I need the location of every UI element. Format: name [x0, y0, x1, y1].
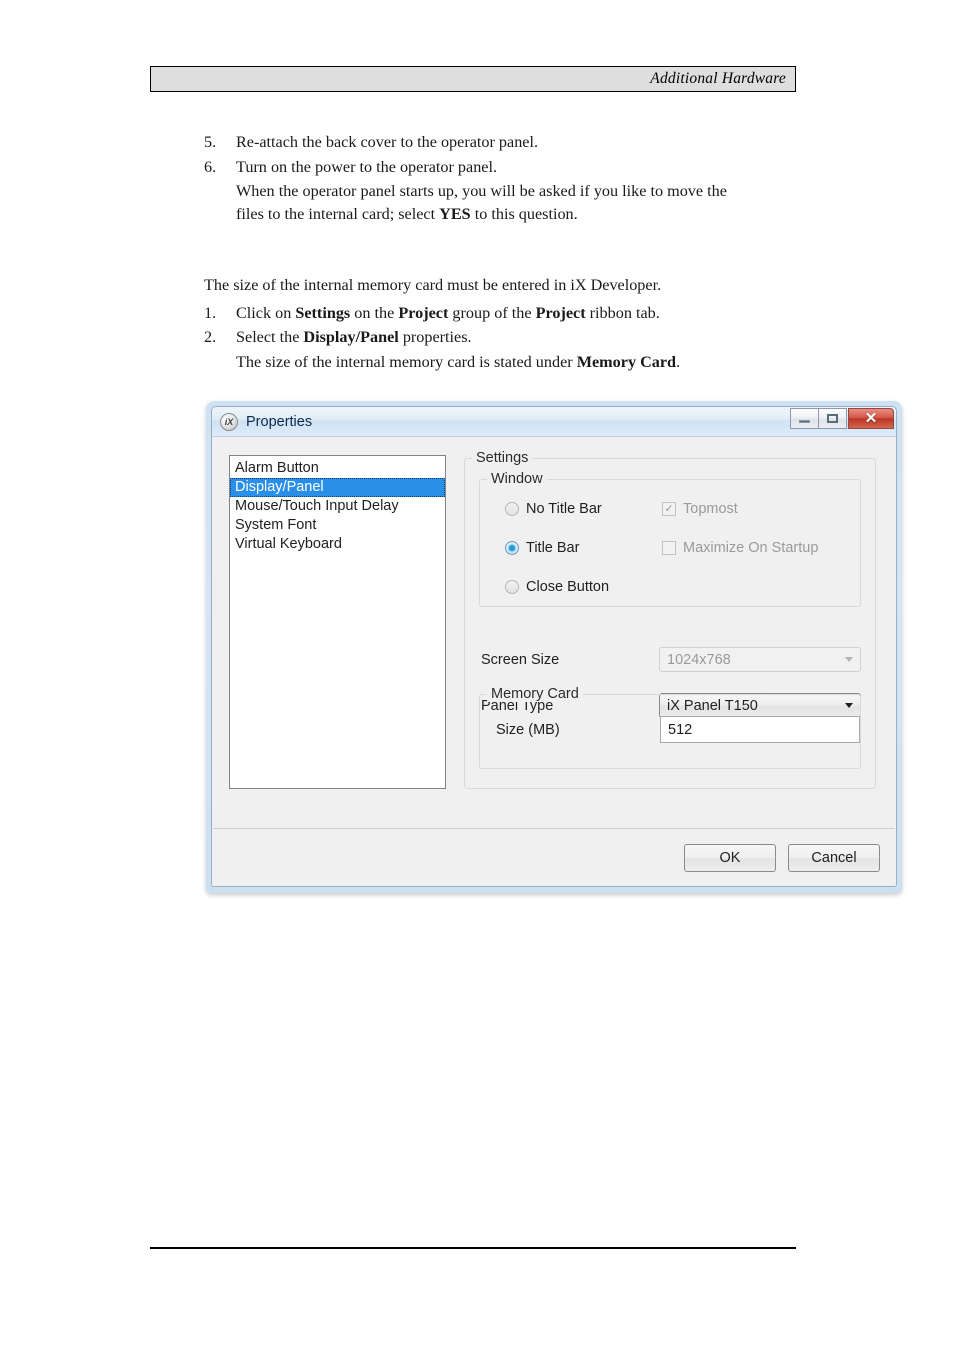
dialog-button-bar: OK Cancel: [212, 829, 896, 886]
note-text-pre: The size of the internal memory card is …: [236, 353, 577, 372]
list-item: 5. Re-attach the back cover to the opera…: [204, 132, 804, 153]
ix-app-icon: iX: [220, 412, 238, 431]
memory-size-input[interactable]: 512: [660, 716, 860, 743]
step-text-fragment: Click on: [236, 303, 296, 322]
note-emphasis-memory-card: Memory Card: [576, 353, 677, 372]
step-text-fragment: ribbon tab.: [585, 303, 660, 322]
settings-groupbox: Settings Window No Title Bar Title Bar C…: [464, 450, 876, 789]
screen-size-label: Screen Size: [481, 652, 560, 668]
ok-button[interactable]: OK: [684, 843, 776, 872]
step-text-fragment: properties.: [398, 328, 472, 347]
step-text-fragment: Select the: [236, 328, 304, 347]
maximize-icon: [827, 414, 838, 423]
radio-label-title-bar: Title Bar: [526, 540, 580, 556]
screen-size-value: 1024x768: [667, 651, 731, 668]
dialog-titlebar[interactable]: iX Properties ✕: [212, 407, 896, 437]
checkbox-icon-maximize-on-startup: [662, 541, 676, 555]
note-text-post: .: [676, 353, 681, 372]
intro-paragraph: The size of the internal memory card mus…: [204, 275, 662, 294]
properties-dialog: iX Properties ✕ Alarm Button Display/Pan…: [206, 401, 902, 893]
cancel-button[interactable]: Cancel: [788, 843, 880, 872]
step-text: Turn on the power to the operator panel.: [236, 157, 498, 176]
radio-no-title-bar[interactable]: No Title Bar: [505, 501, 602, 517]
radio-icon-title-bar: [505, 541, 519, 555]
radio-icon-close-button: [505, 580, 519, 594]
note-emphasis: YES: [439, 205, 471, 224]
radio-close-button[interactable]: Close Button: [505, 579, 609, 595]
radio-icon-no-title-bar: [505, 502, 519, 516]
close-button[interactable]: ✕: [848, 408, 894, 429]
step-number: 1.: [204, 303, 217, 322]
list-item-mouse-touch-input-delay[interactable]: Mouse/Touch Input Delay: [230, 497, 445, 516]
step-number: 6.: [204, 157, 217, 176]
checkbox-label-topmost: Topmost: [683, 501, 738, 517]
step-note-line1: When the operator panel starts up, you w…: [236, 182, 727, 201]
radio-title-bar[interactable]: Title Bar: [505, 540, 579, 556]
page-header-band: Additional Hardware: [150, 66, 796, 92]
note-text-pre: files to the internal card; select: [236, 205, 440, 224]
memory-card-groupbox: Memory Card Size (MB) 512: [479, 686, 861, 769]
step-text-fragment: group of the: [448, 303, 536, 322]
checkbox-maximize-on-startup[interactable]: Maximize On Startup: [662, 540, 818, 556]
page-footer-rule: [150, 1247, 796, 1249]
chevron-down-icon-screen-size: [838, 648, 860, 671]
step-text: Select the Display/Panel properties.: [236, 327, 804, 348]
list-item: 2. Select the Display/Panel properties.: [204, 327, 804, 348]
dialog-content: Alarm Button Display/Panel Mouse/Touch I…: [212, 438, 896, 886]
step-emphasis-settings: Settings: [295, 303, 351, 322]
minimize-button[interactable]: [790, 408, 819, 429]
step-text-fragment: on the: [350, 303, 399, 322]
note-text-post: to this question.: [470, 205, 578, 224]
window-groupbox: Window No Title Bar Title Bar Close Butt…: [479, 471, 861, 607]
page-header-title: Additional Hardware: [650, 70, 786, 87]
document-body: 5. Re-attach the back cover to the opera…: [204, 132, 804, 373]
list-item-system-font[interactable]: System Font: [230, 516, 445, 535]
screen-size-combobox[interactable]: 1024x768: [659, 647, 861, 672]
checkbox-icon-topmost: ✓: [662, 502, 676, 516]
radio-label-close-button: Close Button: [526, 579, 610, 595]
step-emphasis-project-tab: Project: [535, 303, 586, 322]
list-item: 1. Click on Settings on the Project grou…: [204, 303, 804, 324]
step-note-line2: files to the internal card; select YES t…: [236, 204, 804, 225]
step-number: 5.: [204, 133, 217, 151]
maximize-button[interactable]: [818, 408, 847, 429]
settings-group-label: Settings: [472, 450, 533, 466]
category-listbox[interactable]: Alarm Button Display/Panel Mouse/Touch I…: [229, 455, 446, 789]
step-text: Click on Settings on the Project group o…: [236, 303, 804, 324]
checkbox-label-maximize-on-startup: Maximize On Startup: [683, 540, 819, 556]
list-item: 6. Turn on the power to the operator pan…: [204, 157, 804, 178]
minimize-icon: [799, 420, 810, 423]
checkbox-topmost[interactable]: ✓ Topmost: [662, 501, 738, 517]
step2-note-line: The size of the internal memory card is …: [236, 352, 804, 373]
window-controls: ✕: [790, 408, 894, 429]
close-icon: ✕: [864, 410, 878, 427]
step-emphasis-project-group: Project: [398, 303, 449, 322]
memory-size-value: 512: [668, 721, 693, 738]
memory-size-label: Size (MB): [496, 722, 560, 738]
memory-card-group-label: Memory Card: [487, 686, 583, 702]
step-emphasis-display-panel: Display/Panel: [303, 328, 399, 347]
dialog-inner: iX Properties ✕ Alarm Button Display/Pan…: [211, 406, 897, 887]
list-item-display-panel[interactable]: Display/Panel: [230, 478, 445, 497]
radio-label-no-title-bar: No Title Bar: [526, 501, 602, 517]
step-text: Re-attach the back cover to the operator…: [236, 133, 539, 151]
list-item-alarm-button[interactable]: Alarm Button: [230, 459, 445, 478]
dialog-title: Properties: [246, 413, 313, 430]
step-number: 2.: [204, 328, 217, 347]
list-item-virtual-keyboard[interactable]: Virtual Keyboard: [230, 535, 445, 554]
window-group-label: Window: [487, 471, 547, 487]
